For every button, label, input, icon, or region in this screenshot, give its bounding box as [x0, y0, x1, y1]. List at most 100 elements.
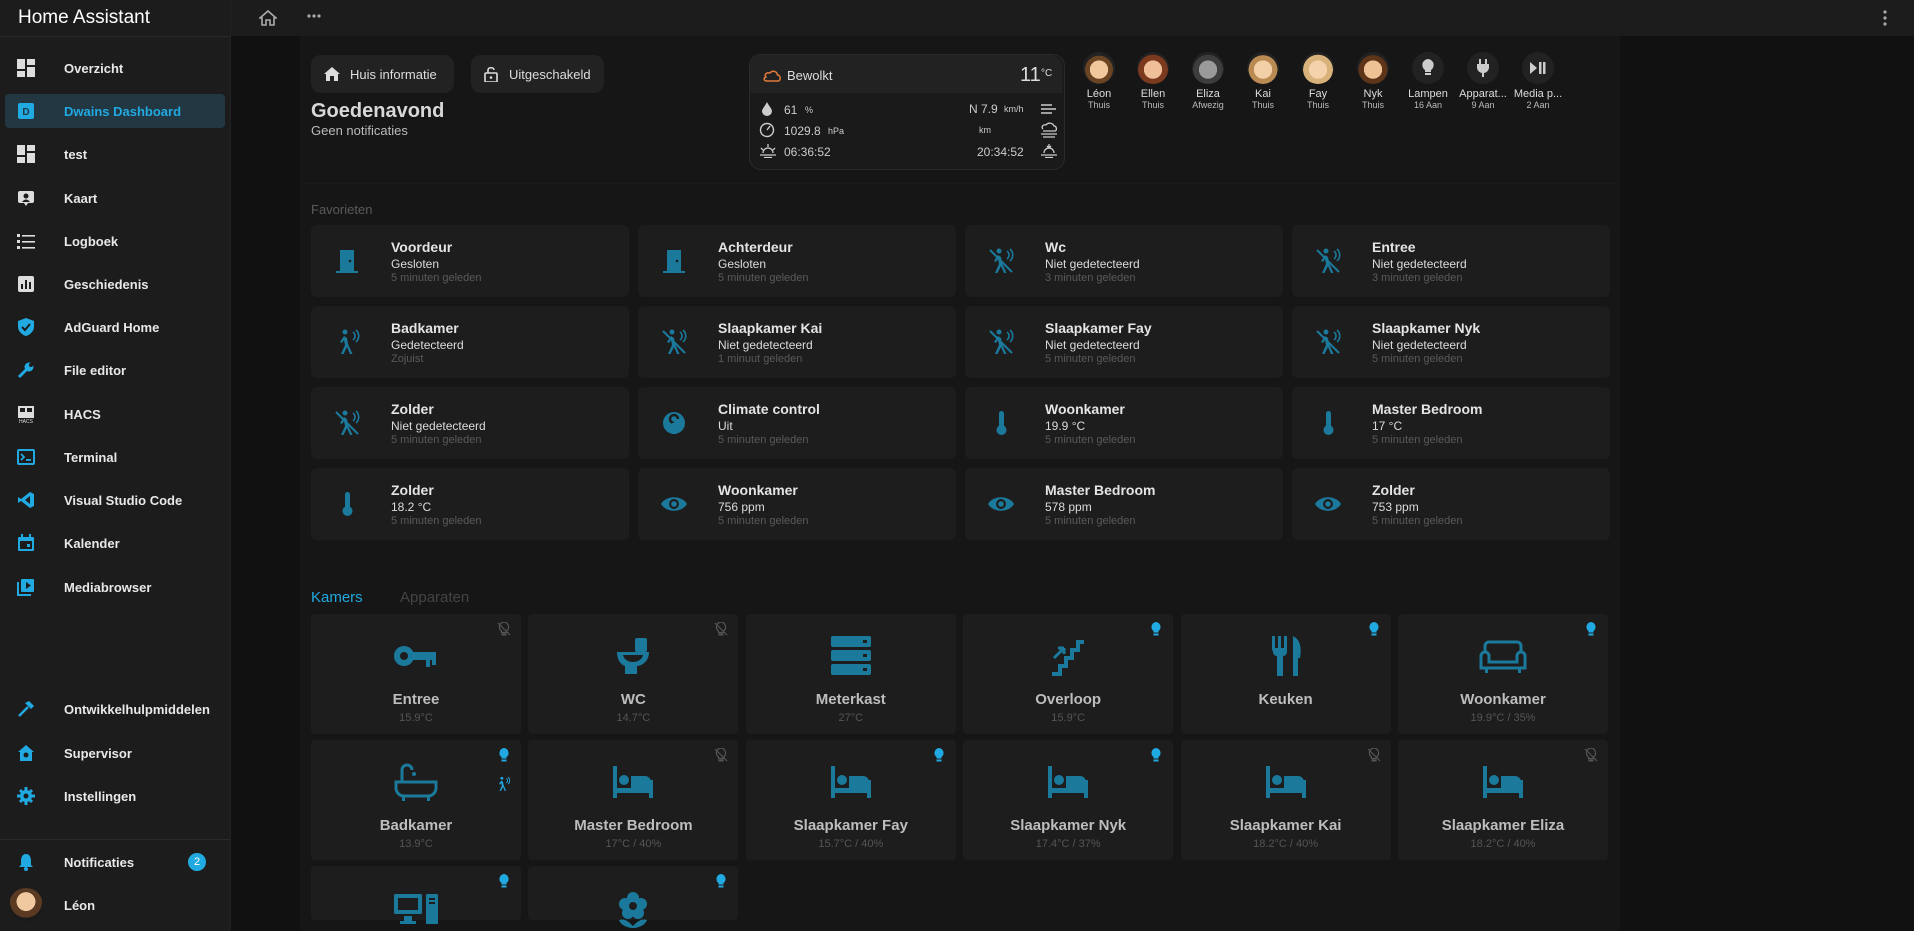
- favorite-card[interactable]: Master Bedroom 17 °C 5 minuten geleden: [1292, 387, 1610, 459]
- sidebar-item-file-editor[interactable]: File editor: [5, 353, 225, 387]
- room-card[interactable]: [311, 866, 521, 924]
- room-card[interactable]: Badkamer 13.9°C: [311, 740, 521, 860]
- sidebar-item-dwains-dashboard[interactable]: D Dwains Dashboard: [5, 94, 225, 128]
- room-card[interactable]: Slaapkamer Eliza 18.2°C / 40%: [1398, 740, 1608, 860]
- room-card[interactable]: Overloop 15.9°C: [963, 614, 1174, 734]
- sidebar-item-adguard[interactable]: AdGuard Home: [5, 310, 225, 344]
- sidebar-item-kaart[interactable]: Kaart: [5, 181, 225, 215]
- person-nyk[interactable]: Nyk Thuis: [1348, 52, 1398, 110]
- room-card[interactable]: Slaapkamer Fay 15.7°C / 40%: [745, 740, 956, 860]
- room-card[interactable]: Keuken: [1180, 614, 1391, 734]
- sidebar-item-overzicht[interactable]: Overzicht: [5, 51, 225, 85]
- home-icon[interactable]: [259, 9, 277, 27]
- favorite-card[interactable]: Slaapkamer Fay Niet gedetecteerd 5 minuten…: [965, 306, 1283, 378]
- person-name: Léon: [1086, 88, 1112, 100]
- sunrise-icon: [759, 144, 777, 158]
- lightbulb-off-icon[interactable]: [714, 748, 728, 762]
- room-name: Slaapkamer Nyk: [1010, 817, 1127, 834]
- sidebar-item-hacs[interactable]: HACS HACS: [5, 397, 225, 431]
- lightbulb-on-icon[interactable]: [1149, 748, 1163, 762]
- favorite-card[interactable]: Zolder 18.2 °C 5 minuten geleden: [311, 468, 629, 540]
- lampen-summary[interactable]: Lampen 16 Aan: [1403, 52, 1453, 110]
- sidebar-item-label: Mediabrowser: [64, 579, 152, 595]
- sidebar-item-test[interactable]: test: [5, 137, 225, 171]
- lightbulb-on-icon[interactable]: [1149, 622, 1163, 636]
- favorite-card[interactable]: Zolder 753 ppm 5 minuten geleden: [1292, 468, 1610, 540]
- tab-kamers[interactable]: Kamers: [311, 589, 363, 606]
- lightbulb-off-icon[interactable]: [497, 622, 511, 636]
- lightbulb-off-icon[interactable]: [1584, 748, 1598, 762]
- room-card[interactable]: Entree 15.9°C: [311, 614, 521, 734]
- more-horizontal-icon[interactable]: [307, 14, 321, 18]
- home-icon: [324, 66, 340, 82]
- lightbulb-off-icon[interactable]: [714, 622, 728, 636]
- favorite-card[interactable]: Climate control Uit 5 minuten geleden: [638, 387, 956, 459]
- favorite-name: Zolder: [1372, 482, 1415, 498]
- lightbulb-on-icon[interactable]: [714, 874, 728, 888]
- room-card[interactable]: [528, 866, 739, 928]
- lightbulb-on-icon[interactable]: [1367, 622, 1381, 636]
- sidebar-item-instellingen[interactable]: Instellingen: [5, 779, 225, 813]
- favorite-card[interactable]: Badkamer Gedetecteerd Zojuist: [311, 306, 629, 378]
- apparaten-summary[interactable]: Apparat... 9 Aan: [1458, 52, 1508, 110]
- favorite-card[interactable]: Wc Niet gedetecteerd 3 minuten geleden: [965, 225, 1283, 297]
- huis-informatie-button[interactable]: Huis informatie: [311, 55, 454, 93]
- sidebar-item-supervisor[interactable]: Supervisor: [5, 736, 225, 770]
- favorite-card[interactable]: Slaapkamer Kai Niet gedetecteerd 1 minuut …: [638, 306, 956, 378]
- sidebar-item-geschiedenis[interactable]: Geschiedenis: [5, 267, 225, 301]
- room-card[interactable]: Woonkamer 19.9°C / 35%: [1398, 614, 1608, 734]
- favorite-state: Niet gedetecteerd: [1045, 257, 1140, 271]
- lightbulb-on-icon[interactable]: [1584, 622, 1598, 636]
- person-fay[interactable]: Fay Thuis: [1293, 52, 1343, 110]
- sidebar-item-ontwikkelhulpmiddelen[interactable]: Ontwikkelhulpmiddelen: [5, 692, 225, 726]
- room-value: 13.9°C: [399, 838, 433, 850]
- favorite-card[interactable]: Slaapkamer Nyk Niet gedetecteerd 5 minuten…: [1292, 306, 1610, 378]
- hammer-icon: [16, 699, 36, 719]
- favorite-card[interactable]: Woonkamer 19.9 °C 5 minuten geleden: [965, 387, 1283, 459]
- lightbulb-on-icon[interactable]: [497, 748, 511, 762]
- person-ellen[interactable]: Ellen Thuis: [1128, 52, 1178, 110]
- favorite-card[interactable]: Master Bedroom 578 ppm 5 minuten geleden: [965, 468, 1283, 540]
- person-eliza[interactable]: Eliza Afwezig: [1183, 52, 1233, 110]
- uitgeschakeld-button[interactable]: Uitgeschakeld: [471, 55, 604, 93]
- tab-apparaten[interactable]: Apparaten: [400, 589, 469, 606]
- lightbulb-off-icon[interactable]: [1367, 748, 1381, 762]
- sidebar-item-terminal[interactable]: Terminal: [5, 440, 225, 474]
- room-card[interactable]: Slaapkamer Kai 18.2°C / 40%: [1180, 740, 1391, 860]
- sidebar-item-mediabrowser[interactable]: Mediabrowser: [5, 570, 225, 604]
- more-vertical-icon[interactable]: [1883, 10, 1887, 26]
- sidebar-item-logboek[interactable]: Logboek: [5, 224, 225, 258]
- person-name: Kai: [1255, 88, 1271, 100]
- room-card[interactable]: Meterkast 27°C: [745, 614, 956, 734]
- eye-icon: [1314, 490, 1342, 518]
- media-summary[interactable]: Media p... 2 Aan: [1513, 52, 1563, 110]
- person-kai[interactable]: Kai Thuis: [1238, 52, 1288, 110]
- lightbulb-on-icon[interactable]: [497, 874, 511, 888]
- notification-badge: 2: [188, 853, 206, 871]
- favorite-card[interactable]: Voordeur Gesloten 5 minuten geleden: [311, 225, 629, 297]
- room-card[interactable]: Slaapkamer Nyk 17.4°C / 37%: [963, 740, 1174, 860]
- person-name: Nyk: [1363, 88, 1383, 100]
- sidebar-item-label: Instellingen: [64, 788, 137, 804]
- room-card[interactable]: WC 14.7°C: [528, 614, 739, 734]
- terminal-icon: [16, 447, 36, 467]
- weather-card[interactable]: Bewolkt 11 °C 61 % N 7.9 km/h 1029.8 hPa…: [749, 54, 1065, 170]
- favorite-card[interactable]: Entree Niet gedetecteerd 3 minuten geleden: [1292, 225, 1610, 297]
- favorite-state: 18.2 °C: [391, 500, 432, 514]
- lightbulb-on-icon[interactable]: [932, 748, 946, 762]
- person-leon[interactable]: Léon Thuis: [1074, 52, 1124, 110]
- motion-off-icon: [1314, 247, 1342, 275]
- favorite-time: 1 minuut geleden: [718, 353, 803, 365]
- motion-off-icon: [1314, 328, 1342, 356]
- room-card[interactable]: Master Bedroom 17°C / 40%: [528, 740, 739, 860]
- sidebar-item-kalender[interactable]: Kalender: [5, 526, 225, 560]
- favorite-card[interactable]: Woonkamer 756 ppm 5 minuten geleden: [638, 468, 956, 540]
- sidebar-item-notificaties[interactable]: Notificaties 2: [5, 845, 225, 879]
- favorite-card[interactable]: Zolder Niet gedetecteerd 5 minuten geleden: [311, 387, 629, 459]
- sidebar-item-vscode[interactable]: Visual Studio Code: [5, 483, 225, 517]
- person-state: Thuis: [1361, 100, 1384, 110]
- room-name: Slaapkamer Eliza: [1441, 817, 1565, 834]
- favorite-card[interactable]: Achterdeur Gesloten 5 minuten geleden: [638, 225, 956, 297]
- sidebar-item-user[interactable]: Léon: [5, 888, 225, 922]
- avatar: [7, 886, 45, 924]
